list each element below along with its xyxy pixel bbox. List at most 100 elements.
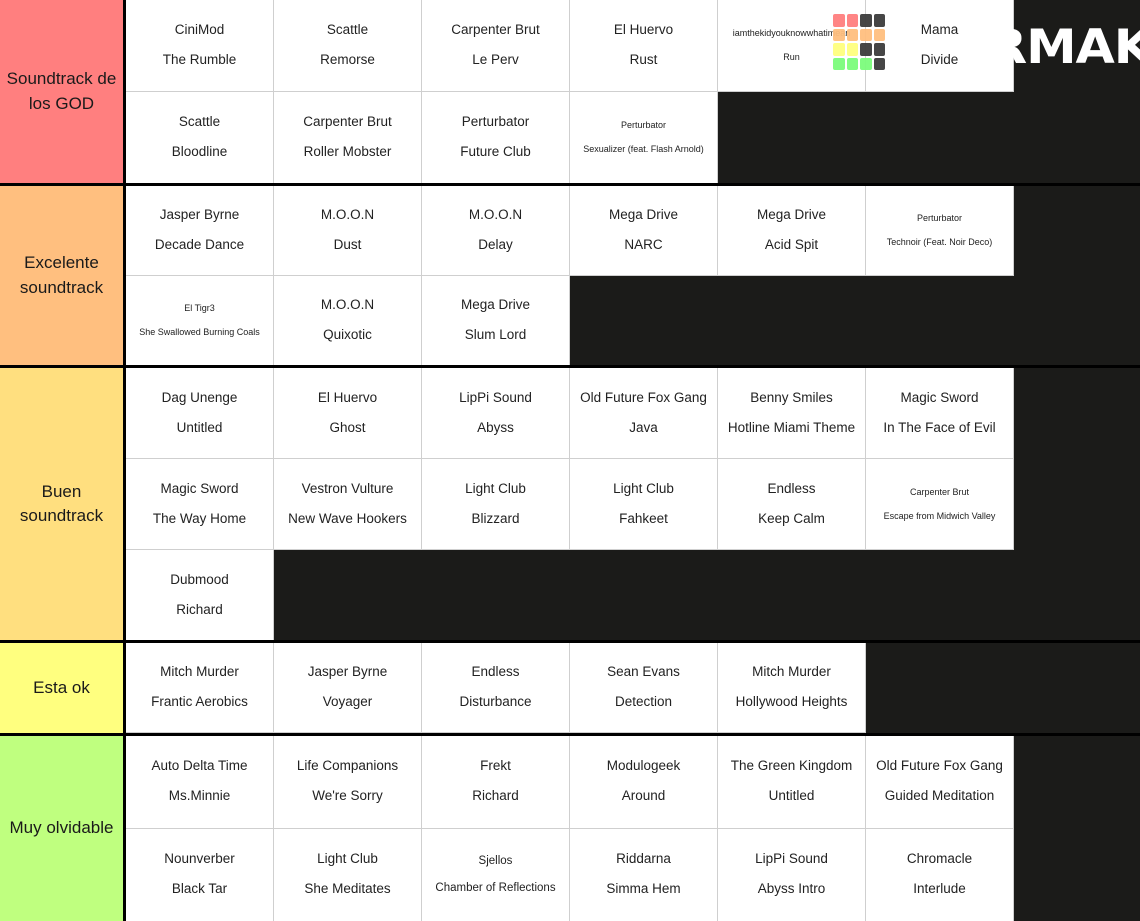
item-track: Rust — [629, 52, 658, 67]
item-track: Quixotic — [323, 327, 372, 343]
item-track: Abyss — [477, 419, 514, 435]
item-artist: Light Club — [317, 851, 378, 867]
tier-row: Esta ok Mitch Murder Frantic Aerobics Jaspe… — [0, 643, 1140, 736]
item-track: Sexualizer (feat. Flash Arnold) — [583, 144, 704, 154]
item-artist: Scattle — [326, 22, 369, 38]
tier-item[interactable]: Dag Unenge Untitled — [126, 368, 274, 460]
tier-item[interactable]: Mitch Murder Hollywood Heights — [718, 643, 866, 733]
item-track: Richard — [472, 788, 519, 804]
tier-item[interactable]: M.O.O.N Delay — [422, 186, 570, 277]
tier-item[interactable]: Mama Divide — [866, 0, 1014, 92]
tier-item[interactable]: Benny Smiles Hotline Miami Theme — [718, 368, 866, 460]
item-artist: LipPi Sound — [459, 390, 532, 406]
item-artist: El Huervo — [613, 22, 674, 38]
tier-row: Buen soundtrack Dag Unenge Untitled El Huer… — [0, 368, 1140, 644]
tier-item[interactable]: Sean Evans Detection — [570, 643, 718, 733]
item-track: Ghost — [329, 419, 366, 435]
item-track: Acid Spit — [764, 237, 819, 253]
item-artist: Benny Smiles — [750, 390, 833, 406]
tier-item[interactable]: Endless Disturbance — [422, 643, 570, 733]
item-track: Run — [783, 52, 800, 62]
item-artist: M.O.O.N — [320, 207, 375, 223]
tier-item[interactable]: iamthekidyouknowwhatimean Run — [718, 0, 866, 92]
tier-item[interactable]: Magic Sword In The Face of Evil — [866, 368, 1014, 460]
tier-item[interactable]: Auto Delta Time Ms.Minnie — [126, 735, 274, 829]
tier-item[interactable]: Scattle Remorse — [274, 0, 422, 92]
tier-item[interactable]: El Tigr3 She Swallowed Burning Coals — [126, 276, 274, 366]
tier-item[interactable]: Carpenter Brut Escape from Midwich Valley — [866, 459, 1014, 551]
item-track: Le Perv — [472, 52, 519, 67]
item-track: Remorse — [320, 52, 375, 67]
item-track: The Way Home — [152, 510, 247, 526]
item-track: Around — [621, 788, 666, 804]
tier-item[interactable]: Carpenter Brut Roller Mobster — [274, 92, 422, 184]
tier-label-2[interactable]: Excelente soundtrack — [0, 186, 126, 366]
tier-row: Excelente soundtrack Jasper Byrne Decade D… — [0, 186, 1140, 369]
item-track: Roller Mobster — [303, 144, 392, 159]
item-track: Ms.Minnie — [168, 788, 231, 804]
tier-item[interactable]: Perturbator Technoir (Feat. Noir Deco) — [866, 186, 1014, 277]
tier-item[interactable]: Dubmood Richard — [126, 550, 274, 641]
tier-item[interactable]: Vestron Vulture New Wave Hookers — [274, 459, 422, 551]
item-track: Technoir (Feat. Noir Deco) — [886, 237, 993, 248]
tier-item[interactable]: M.O.O.N Dust — [274, 186, 422, 277]
item-artist: Chromacle — [906, 851, 973, 867]
tier-item[interactable]: Endless Keep Calm — [718, 459, 866, 551]
item-track: Keep Calm — [758, 510, 825, 526]
item-artist: Endless — [767, 481, 816, 497]
tier-item[interactable]: Mitch Murder Frantic Aerobics — [126, 643, 274, 733]
tier-item[interactable]: Light Club Fahkeet — [570, 459, 718, 551]
item-artist: Old Future Fox Gang — [876, 758, 1003, 774]
tier-item[interactable]: M.O.O.N Quixotic — [274, 276, 422, 366]
tier-item[interactable]: Sjellos Chamber of Reflections — [422, 828, 570, 921]
tier-item[interactable]: Magic Sword The Way Home — [126, 459, 274, 551]
tier-item[interactable]: Chromacle Interlude — [866, 828, 1014, 921]
tier-item[interactable]: Old Future Fox Gang Guided Meditation — [866, 735, 1014, 829]
item-artist: Perturbator — [620, 119, 667, 130]
tier-item[interactable]: Jasper Byrne Voyager — [274, 643, 422, 733]
tier-item[interactable]: Jasper Byrne Decade Dance — [126, 186, 274, 277]
tier-items-1: CiniMod The Rumble Scattle Remorse Carpenter… — [126, 0, 1140, 184]
tier-item[interactable]: Carpenter Brut Le Perv — [422, 0, 570, 92]
tier-item[interactable]: Perturbator Sexualizer (feat. Flash Arnol… — [570, 92, 718, 184]
item-artist: Perturbator — [916, 212, 963, 223]
tier-item[interactable]: El Huervo Ghost — [274, 368, 422, 460]
tier-item[interactable]: Old Future Fox Gang Java — [570, 368, 718, 460]
item-track: Delay — [478, 237, 513, 253]
tier-item[interactable]: The Green Kingdom Untitled — [718, 735, 866, 829]
item-track: Black Tar — [171, 881, 228, 897]
item-track: We're Sorry — [312, 788, 383, 804]
tier-item[interactable]: Scattle Bloodline — [126, 92, 274, 184]
item-artist: Sjellos — [478, 854, 513, 867]
tier-label-5[interactable]: Muy olvidable — [0, 735, 126, 921]
tier-item[interactable]: Perturbator Future Club — [422, 92, 570, 184]
tier-item[interactable]: Light Club Blizzard — [422, 459, 570, 551]
tier-item[interactable]: LipPi Sound Abyss — [422, 368, 570, 460]
tier-label-1[interactable]: Soundtrack de los GOD — [0, 0, 126, 184]
tier-label-4[interactable]: Esta ok — [0, 643, 126, 733]
tier-item[interactable]: Nounverber Black Tar — [126, 828, 274, 921]
item-artist: Mitch Murder — [160, 664, 239, 680]
item-track: Bloodline — [171, 144, 228, 159]
tier-item[interactable]: Light Club She Meditates — [274, 828, 422, 921]
tier-item[interactable]: CiniMod The Rumble — [126, 0, 274, 92]
tier-item[interactable]: LipPi Sound Abyss Intro — [718, 828, 866, 921]
tier-item[interactable]: Mega Drive Slum Lord — [422, 276, 570, 366]
tier-item[interactable]: Modulogeek Around — [570, 735, 718, 829]
tier-item[interactable]: Riddarna Simma Hem — [570, 828, 718, 921]
tier-item[interactable]: Frekt Richard — [422, 735, 570, 829]
item-artist: iamthekidyouknowwhatimean — [732, 27, 851, 38]
item-artist: Scattle — [178, 114, 221, 130]
item-artist: Dag Unenge — [161, 390, 238, 406]
item-track: Fahkeet — [619, 510, 668, 526]
tier-label-3[interactable]: Buen soundtrack — [0, 368, 126, 641]
tier-item[interactable]: El Huervo Rust — [570, 0, 718, 92]
tier-row: Muy olvidable Auto Delta Time Ms.Minnie Lif… — [0, 735, 1140, 921]
item-artist: Old Future Fox Gang — [580, 390, 707, 406]
tier-item[interactable]: Life Companions We're Sorry — [274, 735, 422, 829]
tier-item[interactable]: Mega Drive NARC — [570, 186, 718, 277]
tier-item[interactable]: Mega Drive Acid Spit — [718, 186, 866, 277]
item-track: In The Face of Evil — [883, 419, 996, 435]
item-artist: Vestron Vulture — [301, 481, 394, 497]
item-track: Abyss Intro — [757, 881, 826, 897]
